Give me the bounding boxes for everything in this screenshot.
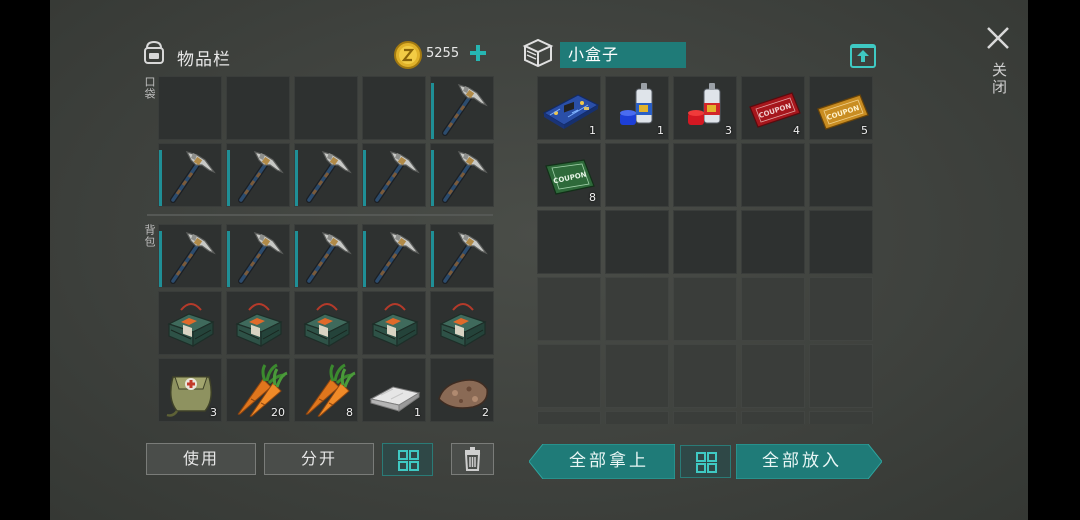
put-all-button[interactable]: 全部放入	[736, 444, 882, 479]
container-slot[interactable]	[741, 277, 805, 341]
take-all-label: 全部拿上	[569, 451, 649, 471]
container-slot[interactable]	[809, 344, 873, 408]
container-slot[interactable]: 1	[537, 76, 601, 140]
grid-icon	[696, 452, 717, 473]
trash-button[interactable]	[451, 443, 494, 475]
split-button[interactable]: 分开	[264, 443, 374, 475]
container-slot[interactable]	[741, 411, 805, 424]
item-count: 1	[589, 124, 596, 137]
item-count: 8	[589, 191, 596, 204]
trash-icon	[464, 447, 481, 471]
container-slot[interactable]	[673, 277, 737, 341]
container-slot[interactable]	[605, 210, 669, 274]
container-slot[interactable]	[605, 143, 669, 207]
item-count: 4	[793, 124, 800, 137]
container-slot[interactable]	[809, 277, 873, 341]
container-slot[interactable]	[673, 210, 737, 274]
container-slot[interactable]	[537, 411, 601, 424]
container-slot[interactable]	[673, 143, 737, 207]
take-all-button[interactable]: 全部拿上	[529, 444, 675, 479]
container-slot[interactable]	[537, 344, 601, 408]
container-slot[interactable]: 1	[605, 76, 669, 140]
close-label: 关闭	[990, 62, 1008, 96]
use-button[interactable]: 使用	[146, 443, 256, 475]
container-slot[interactable]	[673, 411, 737, 424]
container-sort-button[interactable]	[680, 445, 731, 478]
container-slot[interactable]: COUPON 5	[809, 76, 873, 140]
container-slot[interactable]	[537, 277, 601, 341]
container-slot[interactable]	[605, 344, 669, 408]
inventory-sort-button[interactable]	[382, 443, 433, 476]
container-slot[interactable]: 3	[673, 76, 737, 140]
container-slot[interactable]	[673, 344, 737, 408]
close-icon	[987, 27, 1009, 49]
put-all-label: 全部放入	[762, 451, 842, 471]
container-slot[interactable]	[809, 143, 873, 207]
container-slot[interactable]	[809, 411, 873, 424]
container-slot[interactable]: COUPON 8	[537, 143, 601, 207]
container-slot[interactable]	[741, 210, 805, 274]
container-slot[interactable]	[537, 210, 601, 274]
container-slot[interactable]	[809, 210, 873, 274]
item-count: 3	[725, 124, 732, 137]
container-slot[interactable]	[741, 143, 805, 207]
container-slot[interactable]	[605, 411, 669, 424]
container-slot[interactable]: COUPON 4	[741, 76, 805, 140]
item-count: 5	[861, 124, 868, 137]
container-grid: 1 1 3 COUPON 4 COUPON 5 COUPON 8	[0, 0, 1080, 424]
item-count: 1	[657, 124, 664, 137]
grid-icon	[398, 450, 419, 471]
container-slot[interactable]	[741, 344, 805, 408]
close-button[interactable]: 关闭	[984, 24, 1012, 104]
container-slot[interactable]	[605, 277, 669, 341]
